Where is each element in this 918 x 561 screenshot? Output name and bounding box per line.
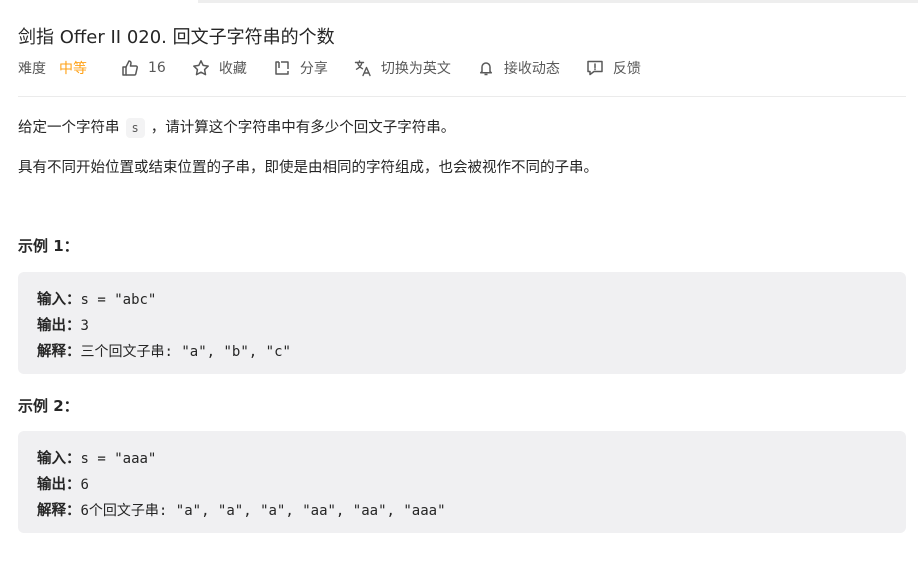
star-icon — [192, 59, 210, 77]
translate-label: 切换为英文 — [380, 61, 451, 77]
input-value: s = "aaa" — [80, 451, 157, 467]
top-scroll-edge — [198, 0, 918, 3]
example-input-line: 输入：s = "aaa" — [37, 446, 887, 472]
collect-label: 收藏 — [218, 61, 247, 77]
example-explain-line: 解释：三个回文子串: "a", "b", "c" — [37, 339, 887, 365]
share-button[interactable]: 分享 — [273, 58, 328, 78]
output-label: 输出： — [37, 318, 81, 334]
input-value: s = "abc" — [80, 292, 157, 308]
like-button[interactable]: 16 — [121, 59, 166, 77]
share-label: 分享 — [299, 61, 328, 77]
input-label: 输入： — [37, 292, 81, 308]
translate-button[interactable]: 切换为英文 — [354, 58, 451, 78]
description-paragraph-2: 具有不同开始位置或结束位置的子串，即使是由相同的字符组成，也会被视作不同的子串。 — [18, 160, 598, 176]
example-1-title: 示例 1： — [18, 237, 79, 255]
explain-value: 6个回文子串: "a", "a", "a", "aa", "aa", "aaa" — [80, 503, 446, 519]
subscribe-button[interactable]: 接收动态 — [477, 58, 560, 78]
example-2-block: 输入：s = "aaa" 输出：6 解释：6个回文子串: "a", "a", "… — [18, 431, 906, 533]
problem-title: 剑指 Offer II 020. 回文子字符串的个数 — [18, 27, 335, 48]
output-value: 6 — [80, 477, 89, 493]
collect-button[interactable]: 收藏 — [192, 58, 247, 78]
feedback-label: 反馈 — [612, 61, 641, 77]
feedback-icon — [586, 59, 604, 77]
problem-meta-bar: 难度 中等 16 收藏 分享 切换为英文 接收动态 反馈 — [18, 58, 667, 78]
description-paragraph-1: 给定一个字符串 s ，请计算这个字符串中有多少个回文子字符串。 — [18, 116, 456, 138]
explain-value: 三个回文子串: "a", "b", "c" — [80, 344, 291, 360]
bell-icon — [477, 59, 495, 77]
difficulty-label: 难度 — [18, 61, 46, 77]
feedback-button[interactable]: 反馈 — [586, 58, 641, 78]
example-input-line: 输入：s = "abc" — [37, 287, 887, 313]
difficulty-value: 中等 — [59, 61, 87, 77]
like-count: 16 — [148, 60, 166, 76]
translate-icon — [354, 59, 372, 77]
example-output-line: 输出：6 — [37, 472, 887, 498]
input-label: 输入： — [37, 451, 81, 467]
description-text: ，请计算这个字符串中有多少个回文子字符串。 — [150, 120, 456, 136]
example-explain-line: 解释：6个回文子串: "a", "a", "a", "aa", "aa", "a… — [37, 498, 887, 524]
explain-label: 解释： — [37, 344, 81, 360]
divider — [18, 96, 906, 97]
description-text: 给定一个字符串 — [18, 120, 120, 136]
example-output-line: 输出：3 — [37, 313, 887, 339]
subscribe-label: 接收动态 — [503, 61, 560, 77]
share-icon — [273, 59, 291, 77]
inline-code: s — [125, 118, 145, 138]
example-2-title: 示例 2： — [18, 397, 79, 415]
explain-label: 解释： — [37, 503, 81, 519]
thumbs-up-icon — [121, 59, 139, 77]
example-1-block: 输入：s = "abc" 输出：3 解释：三个回文子串: "a", "b", "… — [18, 272, 906, 374]
output-label: 输出： — [37, 477, 81, 493]
output-value: 3 — [80, 318, 89, 334]
